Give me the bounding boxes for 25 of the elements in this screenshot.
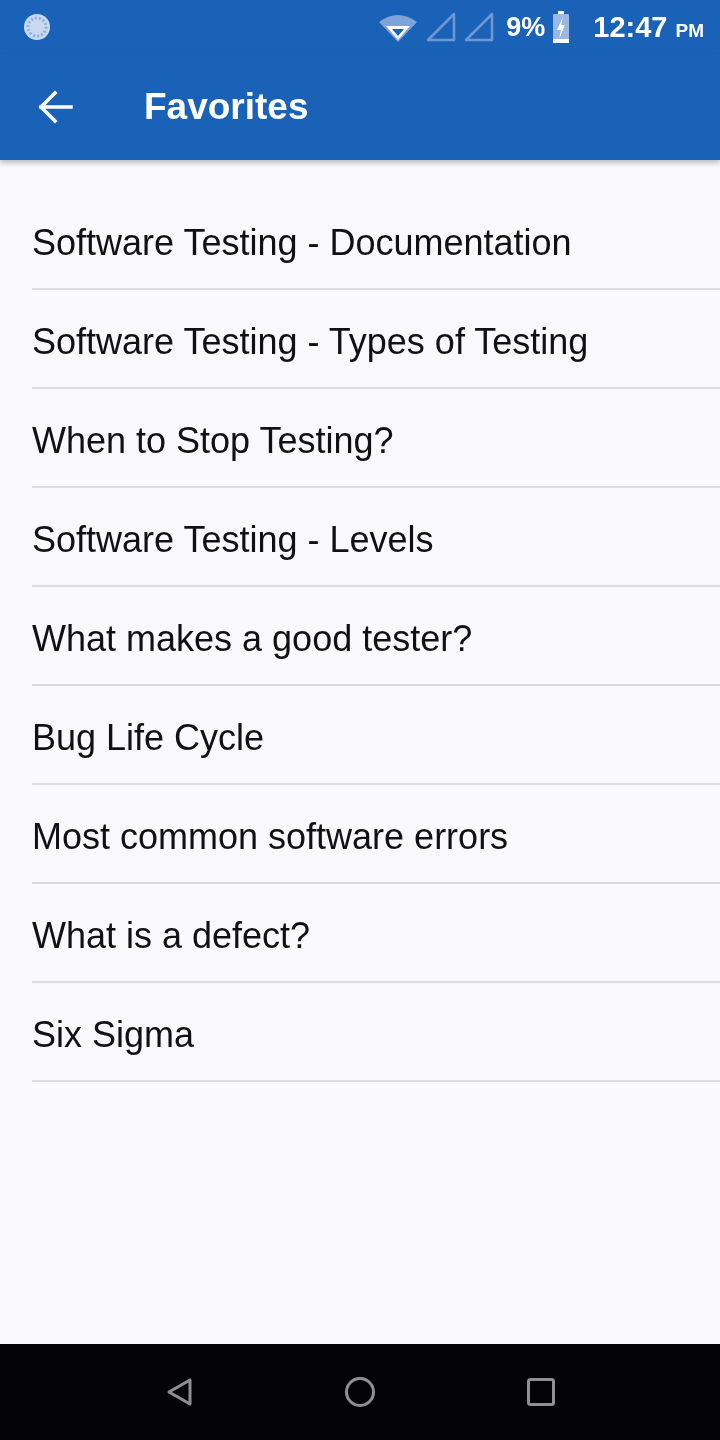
favorite-item[interactable]: Bug Life Cycle: [32, 686, 720, 785]
loading-spinner-icon: [22, 12, 52, 42]
recent-apps-button[interactable]: [526, 1378, 555, 1406]
signal-icon: [464, 12, 495, 42]
favorite-item[interactable]: Software Testing - Types of Testing: [32, 290, 720, 389]
favorite-item[interactable]: Software Testing - Levels: [32, 488, 720, 587]
favorite-item[interactable]: Software Testing - Documentation: [32, 191, 720, 290]
clock-period: PM: [675, 20, 704, 40]
square-recents-icon: [526, 1378, 555, 1406]
favorite-item[interactable]: Six Sigma: [32, 983, 720, 1082]
screen-title: Favorites: [144, 86, 309, 128]
system-back-button[interactable]: [165, 1377, 193, 1407]
battery-percent: 9%: [506, 13, 546, 41]
wifi-icon: [378, 12, 419, 42]
home-circle-icon: [344, 1377, 375, 1407]
triangle-back-icon: [165, 1377, 193, 1407]
favorite-item[interactable]: What is a defect?: [32, 884, 720, 983]
clock-time: 12:47: [593, 12, 668, 42]
back-arrow-icon: [38, 90, 74, 124]
favorite-item[interactable]: When to Stop Testing?: [32, 389, 720, 488]
home-button[interactable]: [344, 1377, 375, 1407]
favorite-item[interactable]: Most common software errors: [32, 785, 720, 884]
favorite-item[interactable]: What makes a good tester?: [32, 587, 720, 686]
signal-icon: [426, 12, 457, 42]
battery-charging-icon: [553, 11, 570, 43]
